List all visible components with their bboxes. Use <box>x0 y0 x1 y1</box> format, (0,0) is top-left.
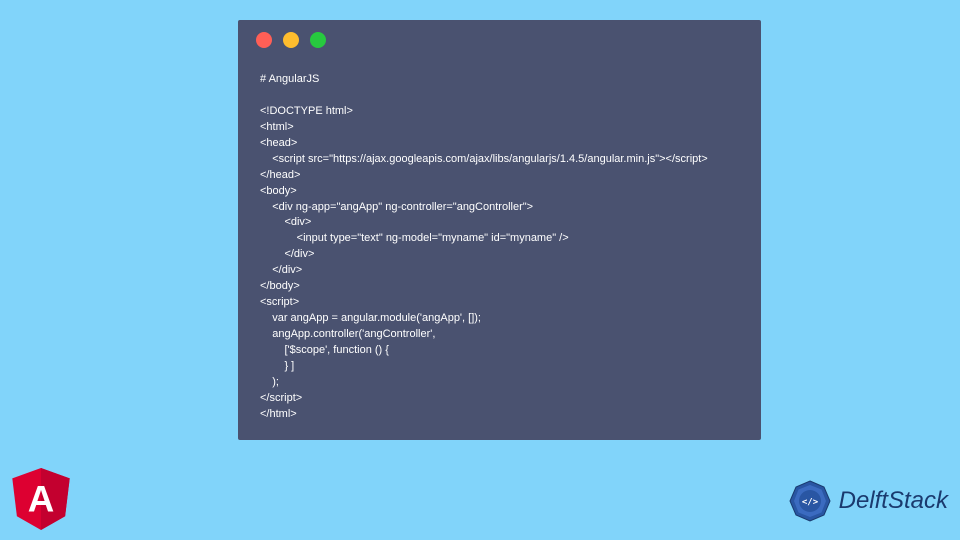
minimize-icon <box>283 32 299 48</box>
delftstack-logo: </> DelftStack <box>785 476 948 526</box>
window-titlebar <box>238 20 761 60</box>
code-window: # AngularJS <!DOCTYPE html> <html> <head… <box>238 20 761 440</box>
svg-text:A: A <box>28 479 55 520</box>
maximize-icon <box>310 32 326 48</box>
delftstack-brand-text: DelftStack <box>839 487 948 515</box>
delftstack-badge-icon: </> <box>785 476 835 526</box>
close-icon <box>256 32 272 48</box>
code-block: # AngularJS <!DOCTYPE html> <html> <head… <box>238 60 761 435</box>
angular-logo-icon: A <box>12 468 70 530</box>
svg-text:</>: </> <box>801 498 818 508</box>
